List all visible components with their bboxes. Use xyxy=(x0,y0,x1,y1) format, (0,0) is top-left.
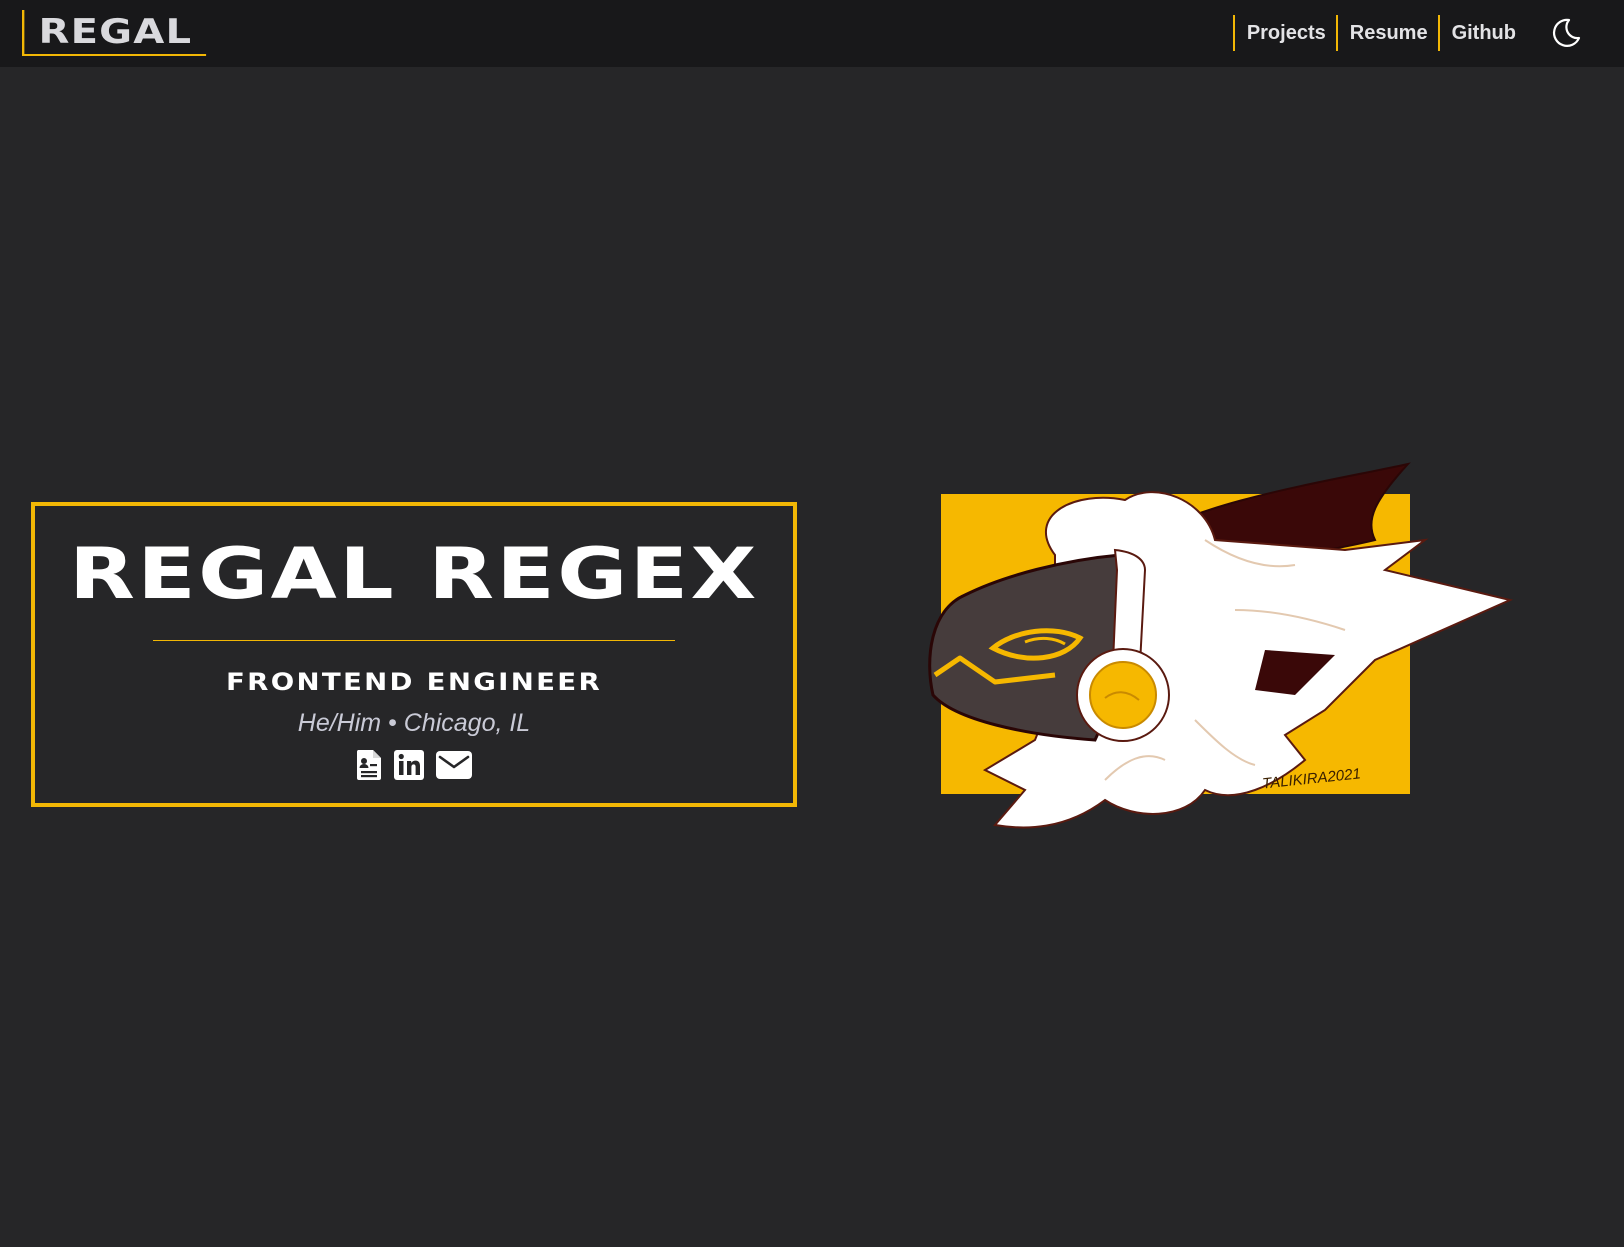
moon-icon xyxy=(1552,18,1581,47)
mascot-illustration: TALIKIRA2021 xyxy=(905,460,1515,860)
theme-toggle-button[interactable] xyxy=(1548,15,1584,51)
hero-subtitle: FRONTEND ENGINEER xyxy=(225,668,603,696)
email-link[interactable] xyxy=(435,750,473,780)
linkedin-link[interactable] xyxy=(393,749,425,781)
hero-meta: He/Him • Chicago, IL xyxy=(297,709,531,737)
contact-icons xyxy=(35,749,793,781)
email-icon xyxy=(436,751,472,779)
nav-link-github[interactable]: Github xyxy=(1437,15,1526,51)
resume-link[interactable] xyxy=(355,749,383,781)
nav-link-projects[interactable]: Projects xyxy=(1232,15,1336,51)
brand-logo[interactable]: REGAL xyxy=(22,10,207,56)
hero-title: REGAL REGEX xyxy=(69,533,759,615)
hero-card: REGAL REGEX FRONTEND ENGINEER He/Him • C… xyxy=(31,502,797,807)
hero-divider xyxy=(153,640,675,641)
resume-icon xyxy=(356,750,381,780)
nav-links: Projects Resume Github xyxy=(1232,15,1584,51)
nav-link-resume[interactable]: Resume xyxy=(1335,15,1438,51)
navbar: REGAL Projects Resume Github xyxy=(0,0,1624,67)
linkedin-icon xyxy=(394,750,424,780)
